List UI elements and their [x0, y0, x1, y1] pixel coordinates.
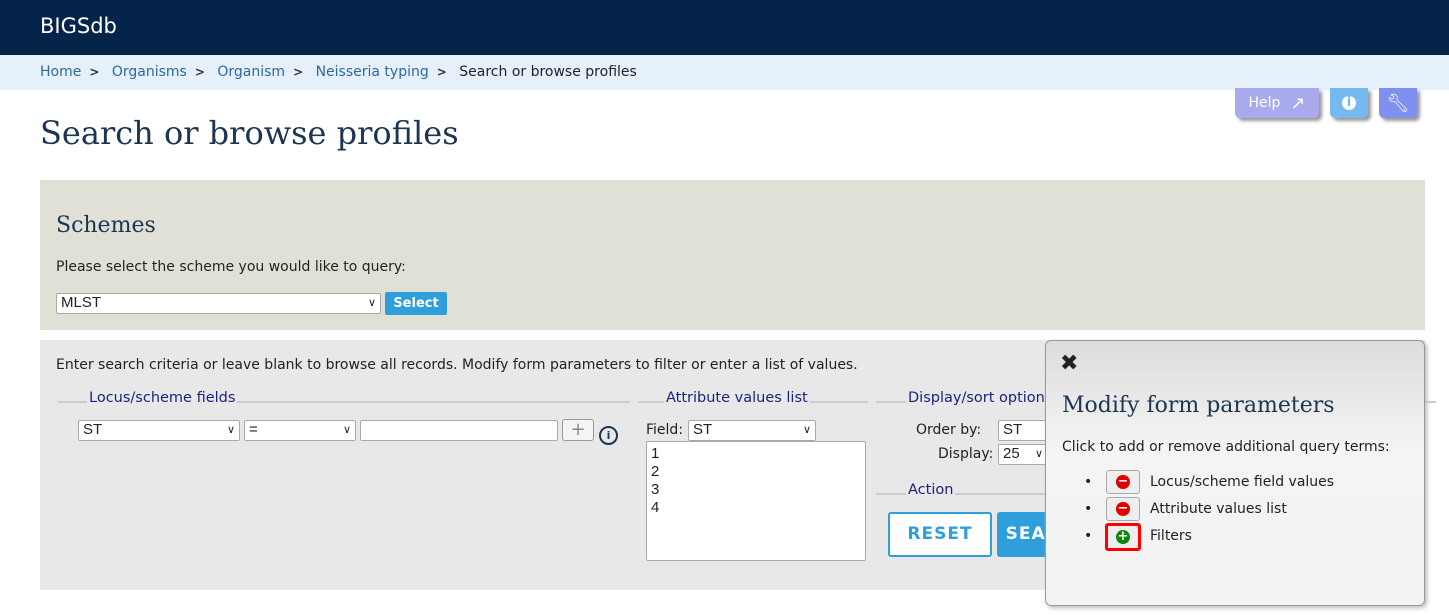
remove-attribute-list-button[interactable]: − — [1106, 497, 1140, 521]
operator-select[interactable]: = ∨ — [244, 420, 356, 441]
locus-field-select[interactable]: ST ∨ — [78, 420, 240, 441]
add-row-button[interactable]: + — [562, 419, 594, 441]
minus-circle-icon: − — [1116, 501, 1130, 516]
value-input[interactable] — [360, 420, 558, 441]
info-icon[interactable]: i — [599, 426, 618, 445]
panel-title: Modify form parameters — [1062, 393, 1335, 418]
scheme-select[interactable]: MLST ∨ — [56, 293, 381, 314]
item-label: Locus/scheme field values — [1150, 474, 1335, 490]
attribute-list-legend: Attribute values list — [664, 390, 810, 406]
item-label: Attribute values list — [1150, 501, 1287, 517]
schemes-box: Schemes Please select the scheme you wou… — [40, 180, 1425, 330]
remove-locus-fields-button[interactable]: − — [1106, 470, 1140, 494]
breadcrumb-home[interactable]: Home — [40, 64, 81, 80]
help-label: Help — [1248, 95, 1281, 111]
breadcrumb-current: Search or browse profiles — [459, 64, 637, 80]
display-label: Display: — [938, 446, 994, 462]
plus-circle-icon: + — [1116, 529, 1130, 544]
wrench-icon: 🔧︎ — [1386, 92, 1410, 114]
page-title: Search or browse profiles — [40, 114, 459, 152]
order-by-label: Order by: — [916, 422, 982, 438]
close-icon[interactable]: ✖ — [1060, 351, 1078, 376]
breadcrumb-neisseria-typing[interactable]: Neisseria typing — [316, 64, 429, 80]
display-options-legend: Display/sort options — [906, 390, 1055, 406]
help-button[interactable]: Help ↗ — [1235, 88, 1319, 118]
site-title[interactable]: BIGSdb — [40, 14, 117, 38]
external-link-icon: ↗ — [1290, 92, 1306, 114]
breadcrumb-organism[interactable]: Organism — [217, 64, 285, 80]
site-header: BIGSdb — [0, 0, 1449, 55]
add-filters-button[interactable]: + — [1105, 523, 1141, 551]
select-button[interactable]: Select — [385, 292, 447, 315]
locus-fields-legend: Locus/scheme fields — [87, 390, 238, 406]
attribute-values-textarea[interactable]: 1 2 3 4 — [646, 441, 866, 561]
field-label: Field: — [646, 422, 684, 438]
schemes-heading: Schemes — [56, 213, 156, 238]
reset-button[interactable]: RESET — [888, 512, 992, 557]
panel-instructions: Click to add or remove additional query … — [1062, 439, 1390, 455]
display-select[interactable]: 25 ∨ — [998, 444, 1048, 465]
settings-button[interactable]: 🔧︎ — [1379, 88, 1417, 118]
search-intro: Enter search criteria or leave blank to … — [56, 357, 858, 373]
breadcrumb-organisms[interactable]: Organisms — [112, 64, 187, 80]
info-icon: i — [1342, 96, 1356, 110]
action-legend: Action — [906, 482, 956, 498]
item-label: Filters — [1150, 528, 1192, 544]
minus-circle-icon: − — [1116, 474, 1130, 489]
schemes-prompt: Please select the scheme you would like … — [56, 259, 406, 275]
attribute-field-select[interactable]: ST ∨ — [688, 420, 816, 441]
info-button[interactable]: i — [1330, 88, 1368, 118]
modify-form-panel: ✖ Modify form parameters Click to add or… — [1045, 340, 1425, 606]
breadcrumb: Home > Organisms > Organism > Neisseria typ… — [0, 55, 1449, 90]
